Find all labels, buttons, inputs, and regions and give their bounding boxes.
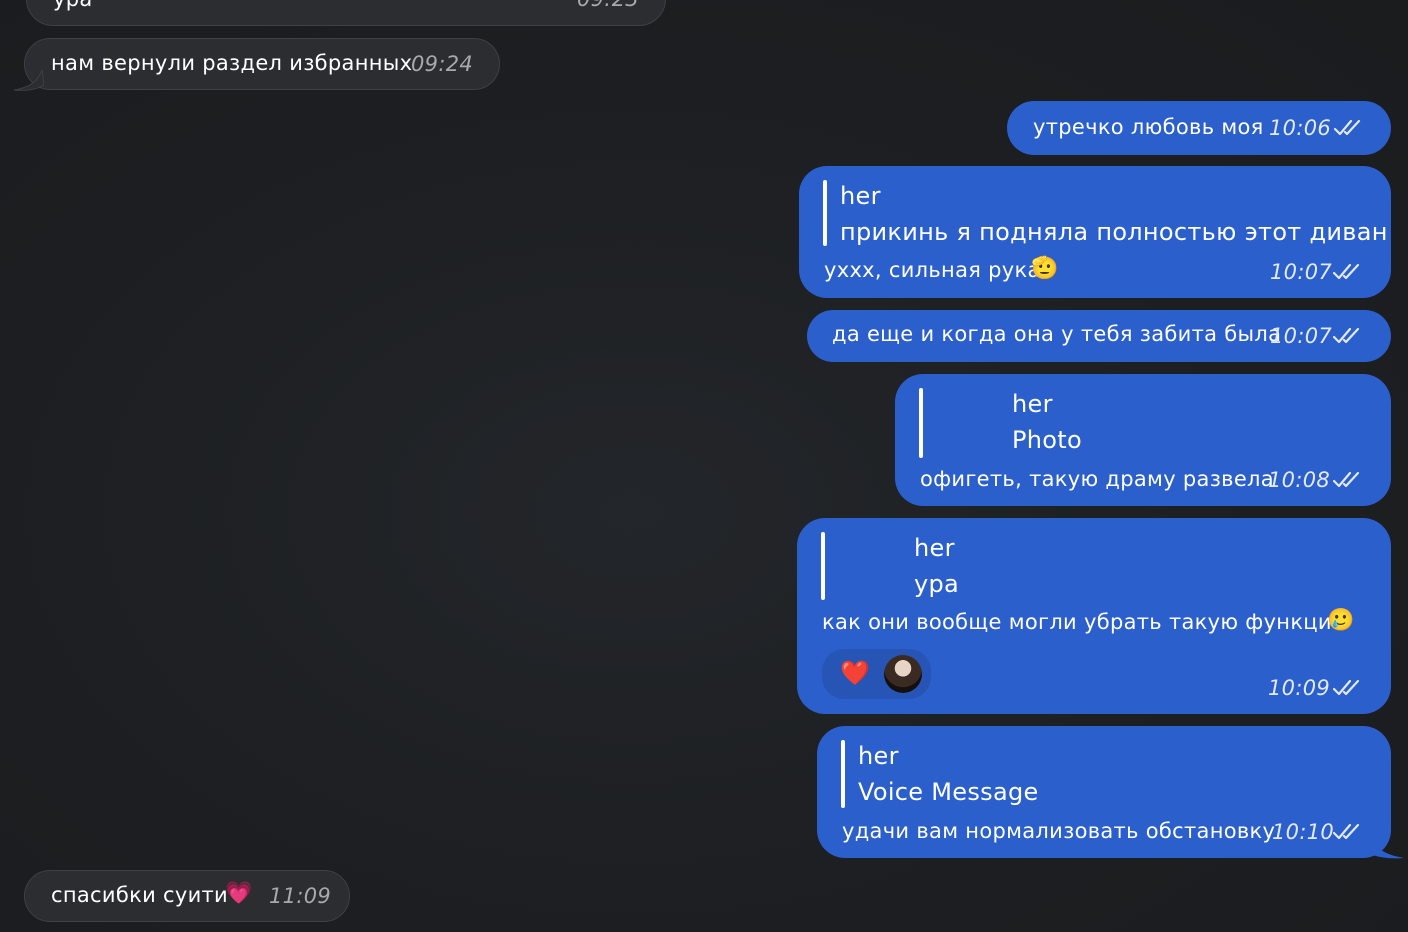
reply-sender: her — [914, 534, 955, 562]
message-time: 10:08 — [1268, 468, 1331, 492]
salute-emoji: 🫡 — [1031, 256, 1059, 281]
message-text: нам вернули раздел избранных — [51, 51, 413, 75]
message-text: ура — [53, 0, 93, 11]
reply-bar — [821, 532, 825, 600]
message-bubble-outgoing[interactable]: her Voice Message удачи вам нормализоват… — [817, 726, 1391, 858]
message-bubble-incoming[interactable]: спасибки суити 💗 11:09 — [24, 870, 350, 922]
message-time: 10:07 — [1270, 324, 1333, 348]
message-bubble-outgoing[interactable]: her Photo офигеть, такую драму развела 1… — [895, 374, 1391, 506]
message-bubble-outgoing[interactable]: her прикинь я подняла полностью этот див… — [799, 166, 1391, 298]
double-check-icon — [1332, 471, 1360, 488]
chat-area[interactable]: ура 09:23 нам вернули раздел избранных 0… — [0, 0, 1408, 932]
reply-bar — [841, 740, 845, 808]
reply-bar — [823, 180, 827, 246]
message-bubble-incoming[interactable]: ура 09:23 — [26, 0, 666, 26]
double-check-icon — [1332, 679, 1360, 696]
avatar — [884, 655, 922, 693]
double-check-icon — [1332, 823, 1360, 840]
bubble-tail — [1370, 836, 1404, 859]
message-time: 10:06 — [1269, 116, 1332, 140]
reply-sender: her — [840, 182, 881, 210]
reply-preview: прикинь я подняла полностью этот диван — [840, 218, 1388, 246]
message-text: уххх, сильная рука — [824, 258, 1041, 282]
message-time: 09:23 — [577, 0, 639, 11]
message-text: как они вообще могли убрать такую функци… — [822, 610, 1350, 634]
double-check-icon — [1332, 327, 1360, 344]
reply-preview: Voice Message — [858, 778, 1039, 806]
message-bubble-incoming[interactable]: нам вернули раздел избранных 09:24 — [24, 38, 500, 90]
double-check-icon — [1333, 119, 1361, 136]
bubble-tail — [14, 70, 44, 91]
reply-sender: her — [858, 742, 899, 770]
message-text: офигеть, такую драму развела — [920, 467, 1274, 491]
reply-preview: Photo — [1012, 426, 1082, 454]
message-text: спасибки суити — [51, 883, 228, 907]
message-time: 11:09 — [269, 884, 332, 908]
message-time: 10:10 — [1272, 820, 1335, 844]
message-text: утречко любовь моя — [1033, 115, 1264, 139]
message-time: 10:09 — [1268, 676, 1331, 700]
reply-bar — [919, 388, 923, 458]
reaction-pill[interactable]: ❤️ — [822, 649, 931, 699]
heart-reaction-icon: ❤️ — [840, 659, 871, 687]
message-bubble-outgoing[interactable]: да еще и когда она у тебя забита была 10… — [807, 310, 1391, 362]
message-text: удачи вам нормализовать обстановку — [842, 819, 1276, 843]
message-time: 10:07 — [1270, 260, 1333, 284]
double-check-icon — [1332, 263, 1360, 280]
pink-heart-emoji: 💗 — [225, 881, 253, 906]
reply-preview: ура — [914, 570, 960, 598]
message-bubble-outgoing[interactable]: утречко любовь моя 10:06 — [1007, 101, 1391, 155]
reply-sender: her — [1012, 390, 1053, 418]
message-bubble-outgoing[interactable]: her ура как они вообще могли убрать таку… — [797, 518, 1391, 714]
message-text: да еще и когда она у тебя забита была — [832, 322, 1282, 346]
message-time: 09:24 — [411, 52, 474, 76]
smiling-tear-emoji: 🥲 — [1327, 608, 1355, 633]
